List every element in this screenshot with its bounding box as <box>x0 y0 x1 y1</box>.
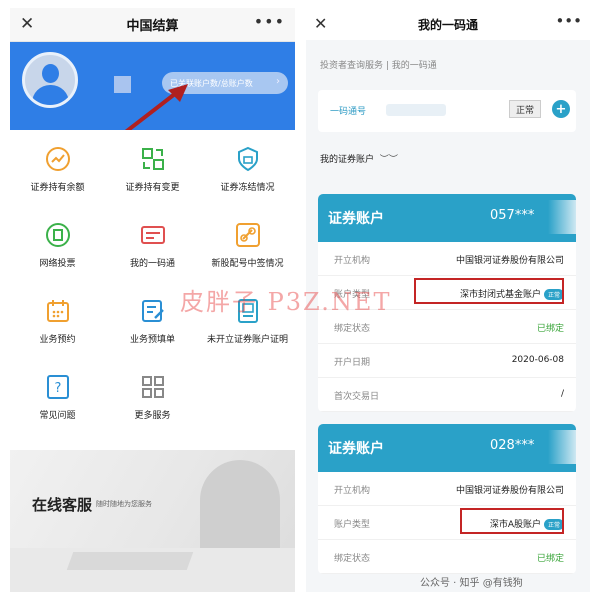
redacted-number-fade <box>548 430 576 464</box>
calendar-icon <box>45 298 71 324</box>
account-card-title: 证券账户 <box>328 211 384 227</box>
menu-item-prefill-form[interactable]: 业务预填单 <box>105 298 200 345</box>
close-icon[interactable]: ✕ <box>314 14 327 33</box>
menu-item-label: 常见问题 <box>39 411 76 421</box>
close-icon[interactable]: ✕ <box>20 14 34 34</box>
account-card-header: 证券账户 057*** <box>318 194 576 242</box>
account-row: 开立机构 中国银河证券股份有限公司 <box>318 472 576 506</box>
more-options-icon[interactable]: ••• <box>254 12 285 31</box>
row-key: 开立机构 <box>334 486 371 496</box>
screenshot-stage: ✕ 中国结算 ••• 已关联账户数/总账户数 › 证券持有余额 证券持有变更 证… <box>0 0 600 600</box>
vote-icon <box>45 222 71 248</box>
service-title: 在线客服 <box>32 496 93 514</box>
highlight-box <box>460 508 564 534</box>
menu-item-faq[interactable]: ? 常见问题 <box>10 374 105 421</box>
breadcrumb: 投资者查询服务 | 我的一码通 <box>320 61 437 71</box>
row-value: 2020-06-08 <box>511 355 564 365</box>
menu-item-my-yima[interactable]: 我的一码通 <box>105 222 200 269</box>
page-title: 我的一码通 <box>417 17 478 32</box>
row-key: 账户类型 <box>334 290 371 300</box>
left-title-bar: ✕ 中国结算 ••• <box>10 8 295 42</box>
account-row: 首次交易日 / <box>318 378 576 412</box>
row-value: / <box>560 389 564 399</box>
redacted-name-block <box>114 76 131 93</box>
account-card-header: 证券账户 028*** <box>318 424 576 472</box>
menu-item-label: 业务预约 <box>39 335 76 345</box>
grid-icon <box>140 374 166 400</box>
left-app-screen: ✕ 中国结算 ••• 已关联账户数/总账户数 › 证券持有余额 证券持有变更 证… <box>10 8 295 592</box>
menu-item-label: 证券持有余额 <box>30 183 85 193</box>
row-value: 已绑定 <box>536 554 564 564</box>
row-value: 已绑定 <box>536 324 564 334</box>
account-card-title: 证券账户 <box>328 441 384 457</box>
eye-closed-icon[interactable]: ︶︶ <box>380 155 398 165</box>
chart-line-icon <box>45 146 71 172</box>
menu-item-online-voting[interactable]: 网络投票 <box>10 222 105 269</box>
redacted-number-fade <box>548 200 576 234</box>
link-icon <box>235 222 261 248</box>
row-key: 开户日期 <box>334 358 371 368</box>
svg-text:?: ? <box>54 381 61 396</box>
service-menu-grid: 证券持有余额 证券持有变更 证券冻结情况 网络投票 我的一码通 新股配号中签情况… <box>10 130 295 450</box>
row-value: 中国银河证券股份有限公司 <box>455 486 564 496</box>
online-service-banner[interactable]: 在线客服 随时随地为您服务 <box>10 450 295 592</box>
keyboard-photo <box>66 552 194 570</box>
highlight-box <box>414 278 564 304</box>
yima-status: 正常 <box>509 100 541 118</box>
menu-item-label: 更多服务 <box>134 411 171 421</box>
avatar-head-shape <box>42 64 59 83</box>
right-title-bar: ✕ 我的一码通 ••• <box>306 8 590 40</box>
yima-card: 一码通号 正常 + <box>318 90 576 132</box>
chevron-right-icon: › <box>276 76 280 87</box>
account-row: 开立机构 中国银河证券股份有限公司 <box>318 242 576 276</box>
page-title: 中国结算 <box>126 19 179 34</box>
document-icon <box>235 298 261 324</box>
menu-item-no-account-proof[interactable]: 未开立证券账户证明 <box>200 298 295 345</box>
exchange-icon <box>140 146 166 172</box>
row-key: 绑定状态 <box>334 324 371 334</box>
row-key: 账户类型 <box>334 520 371 530</box>
expand-plus-icon[interactable]: + <box>552 100 570 118</box>
menu-item-label: 未开立证券账户证明 <box>206 335 288 345</box>
service-subtitle: 随时随地为您服务 <box>96 500 152 508</box>
account-number: 028*** <box>490 438 535 453</box>
profile-banner: 已关联账户数/总账户数 › <box>10 42 295 130</box>
avatar[interactable] <box>22 52 78 108</box>
menu-item-label: 我的一码通 <box>129 259 175 269</box>
linked-accounts-button[interactable]: 已关联账户数/总账户数 › <box>162 72 288 94</box>
yima-label: 一码通号 <box>330 107 367 117</box>
linked-accounts-label: 已关联账户数/总账户数 <box>170 78 253 88</box>
right-app-screen: ✕ 我的一码通 ••• 投资者查询服务 | 我的一码通 一码通号 正常 + 我的… <box>306 8 590 592</box>
menu-item-label: 网络投票 <box>39 259 76 269</box>
account-row: 绑定状态 已绑定 <box>318 310 576 344</box>
account-number: 057*** <box>490 208 535 223</box>
my-accounts-heading: 我的证券账户 ︶︶ <box>320 152 398 165</box>
avatar-body-shape <box>32 85 69 105</box>
card-icon <box>140 222 166 248</box>
more-options-icon[interactable]: ••• <box>555 12 582 30</box>
row-key: 首次交易日 <box>334 392 380 402</box>
shield-icon <box>235 146 261 172</box>
menu-item-ipo-allotment[interactable]: 新股配号中签情况 <box>200 222 295 269</box>
menu-item-more-services[interactable]: 更多服务 <box>105 374 200 421</box>
menu-item-label: 证券冻结情况 <box>220 183 275 193</box>
row-key: 开立机构 <box>334 256 371 266</box>
account-row: 绑定状态 已绑定 <box>318 540 576 574</box>
securities-account-card[interactable]: 证券账户 028*** 开立机构 中国银河证券股份有限公司 账户类型 深市A股账… <box>318 424 576 574</box>
form-edit-icon <box>140 298 166 324</box>
redacted-yima-number <box>386 104 446 116</box>
menu-item-appointment[interactable]: 业务预约 <box>10 298 105 345</box>
row-value: 中国银河证券股份有限公司 <box>455 256 564 266</box>
my-accounts-label: 我的证券账户 <box>320 155 375 165</box>
account-row: 开户日期 2020-06-08 <box>318 344 576 378</box>
row-key: 绑定状态 <box>334 554 371 564</box>
menu-item-label: 业务预填单 <box>129 335 175 345</box>
menu-item-label: 新股配号中签情况 <box>211 259 284 269</box>
menu-item-holdings-balance[interactable]: 证券持有余额 <box>10 146 105 193</box>
menu-item-freeze-status[interactable]: 证券冻结情况 <box>200 146 295 193</box>
menu-item-label: 证券持有变更 <box>125 183 180 193</box>
menu-item-holdings-change[interactable]: 证券持有变更 <box>105 146 200 193</box>
source-watermark: 公众号 · 知乎 @有钱狗 <box>420 578 523 589</box>
question-icon: ? <box>45 374 71 400</box>
